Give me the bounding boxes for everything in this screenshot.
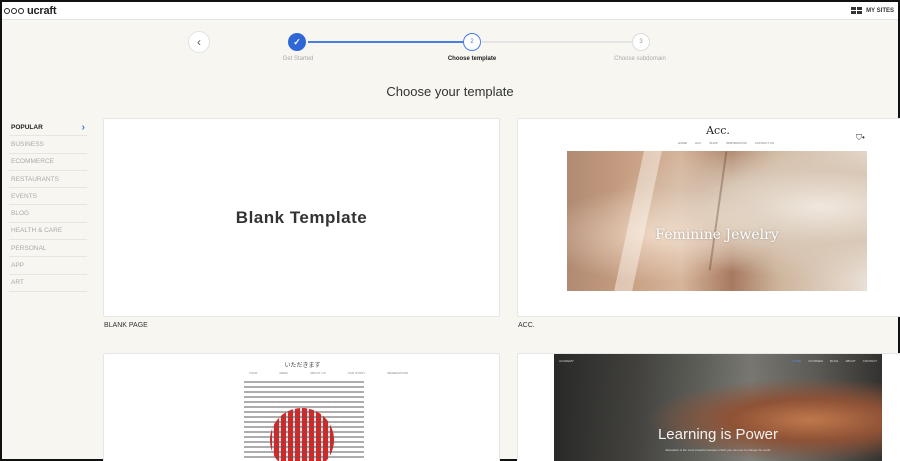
photo-detail [614,151,662,291]
photo-detail [708,151,728,271]
category-label: RESTAURANTS [11,175,59,183]
chevron-right-icon: › [81,121,85,133]
ucraft-logo[interactable]: ucraft [4,4,57,17]
category-label: EVENTS [11,192,38,200]
acc-nav: HOME ACC SHOP INSPIRATIONS CONTACT US [678,141,774,145]
category-label: ART [11,279,24,287]
acc-nav-item: HOME [678,141,687,145]
category-personal[interactable]: PERSONAL [9,240,87,258]
logo-dot-icon [18,7,24,14]
category-label: BUSINESS [11,140,44,148]
learning-topbar: ACADEMY HOME COURSES BLOG ABOUT CONTACT [554,357,882,365]
top-bar: ucraft MY SITES [2,2,898,20]
logo-dot-icon [11,7,17,14]
jp-nav-item: MENU [279,371,289,375]
my-sites-label: MY SITES [866,7,894,14]
progress-line-todo [482,41,632,43]
acc-nav-item: SHOP [709,141,718,145]
template-card-learning[interactable]: ACADEMY HOME COURSES BLOG ABOUT CONTACT … [517,353,900,461]
learning-nav-item: COURSES [808,359,824,363]
category-label: ECOMMERCE [11,158,54,166]
learning-hero-subtitle: Education is the most powerful weapon wh… [665,448,771,452]
jp-nav: TOUR MENU ABOUT US OUR STORY RESERVATION [249,371,408,375]
progress-line-done [308,41,464,43]
page-title: Choose your template [386,84,514,99]
category-sidebar: POPULAR › BUSINESS ECOMMERCE RESTAURANTS … [9,119,87,292]
category-events[interactable]: EVENTS [9,188,87,206]
template-label-acc: ACC. [518,322,535,329]
jp-nav-item: RESERVATION [387,371,409,375]
learning-nav: HOME COURSES BLOG ABOUT CONTACT [792,359,877,363]
jp-nav-item: OUR STORY [347,371,366,375]
category-label: POPULAR [11,123,43,131]
back-button[interactable]: ‹ [188,31,210,53]
jp-nav-item: TOUR [249,371,258,375]
category-label: BLOG [11,210,30,218]
learning-hero-image [554,354,882,461]
acc-nav-item: CONTACT US [754,141,775,145]
jp-nav-item: ABOUT US [310,371,326,375]
category-popular[interactable]: POPULAR › [9,119,87,137]
category-business[interactable]: BUSINESS [9,136,87,154]
acc-nav-item: ACC [695,141,702,145]
learning-nav-item: BLOG [830,359,839,363]
acc-hero-image [567,151,867,291]
jp-title: いただきます [284,363,321,369]
template-card-acc[interactable]: Acc. HOME ACC SHOP INSPIRATIONS CONTACT … [517,118,900,317]
learning-nav-item: HOME [792,359,802,363]
acc-hero-text: Feminine Jewelry [655,227,779,243]
template-card-blank[interactable]: Blank Template [103,118,500,317]
my-sites-button[interactable]: MY SITES [851,7,894,14]
check-icon: ✓ [293,36,301,47]
grid-icon [851,7,863,14]
category-label: PERSONAL [11,244,47,252]
category-app[interactable]: APP [9,257,87,275]
chevron-left-icon: ‹ [197,35,201,49]
acc-nav-item: INSPIRATIONS [725,141,747,145]
learning-nav-item: ABOUT [845,359,856,363]
acc-logo: Acc. [706,124,730,137]
blank-template-title: Blank Template [235,207,368,227]
template-label-blank: BLANK PAGE [104,322,148,329]
template-card-restaurant[interactable]: いただきます TOUR MENU ABOUT US OUR STORY RESE… [103,353,500,461]
step-1-label: Get Started [282,56,314,62]
shopping-bag-icon: ⛉• [856,133,865,142]
step-3-label: Choose subdomain [614,56,666,62]
category-ecommerce[interactable]: ECOMMERCE [9,154,87,171]
step-3-circle: 3 [632,33,650,51]
category-label: HEALTH & CARE [11,227,63,235]
learning-nav-item: CONTACT [862,359,877,363]
step-2-label: Choose template [447,56,497,62]
learning-brand: ACADEMY [559,359,574,363]
category-art[interactable]: ART [9,275,87,292]
learning-hero-title: Learning is Power [657,426,779,443]
kanji-text-block [244,381,364,461]
category-restaurants[interactable]: RESTAURANTS [9,171,87,189]
logo-dot-icon [4,7,10,14]
category-label: APP [11,262,25,270]
logo-text: ucraft [27,4,57,17]
step-2-circle: 2 [463,33,481,51]
category-health-care[interactable]: HEALTH & CARE [9,223,87,241]
category-blog[interactable]: BLOG [9,205,87,223]
step-1-circle: ✓ [288,33,306,51]
